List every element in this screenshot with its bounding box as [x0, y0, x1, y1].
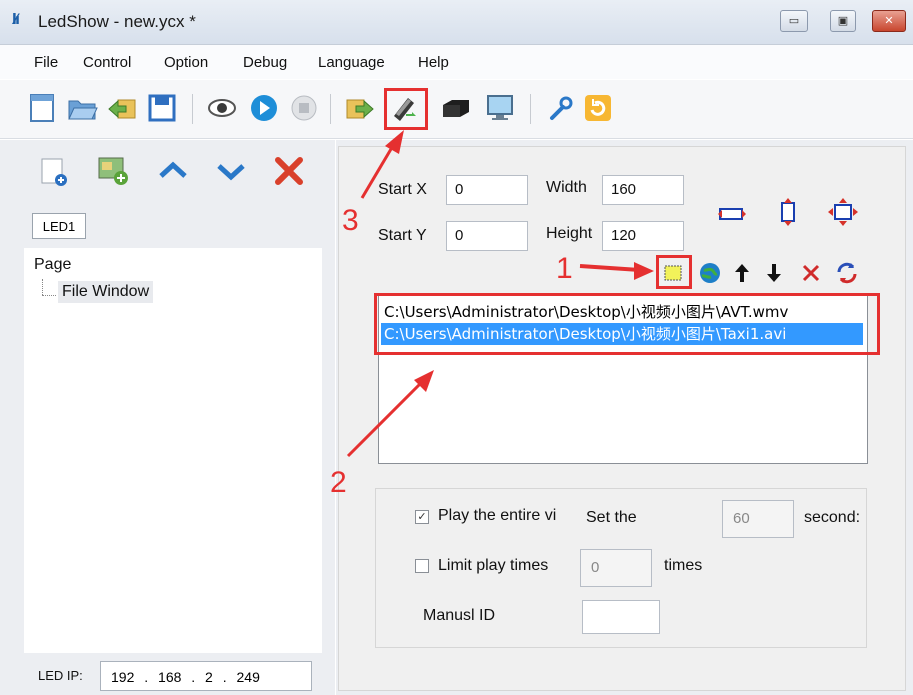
- start-x-label: Start X: [378, 181, 427, 198]
- times-label: times: [664, 557, 703, 574]
- tree-item-file-window[interactable]: File Window: [58, 281, 154, 303]
- annotation-highlight-file-list: [374, 293, 880, 355]
- annotation-number-1: 1: [556, 252, 573, 285]
- app-logo-icon: l⁄ı: [12, 12, 20, 28]
- seconds-label: second:: [804, 509, 861, 526]
- height-input[interactable]: 120: [602, 221, 684, 251]
- align-full-icon[interactable]: [826, 196, 860, 228]
- start-x-input[interactable]: 0: [446, 175, 528, 205]
- manual-id-input[interactable]: [582, 600, 660, 634]
- menu-language[interactable]: Language: [318, 54, 385, 71]
- move-up-file-icon[interactable]: [732, 262, 752, 284]
- clear-files-icon[interactable]: [834, 260, 860, 286]
- maximize-button[interactable]: ▣: [830, 10, 856, 32]
- led-ip-label: LED IP:: [38, 668, 83, 683]
- play-icon[interactable]: [248, 92, 280, 124]
- page-tree: [24, 248, 322, 653]
- annotation-highlight-send: [384, 88, 428, 130]
- tree-connector: [42, 295, 56, 297]
- limit-play-label: Limit play times: [438, 557, 549, 574]
- refresh-icon[interactable]: [582, 92, 614, 124]
- move-down-icon[interactable]: [214, 154, 248, 188]
- set-the-label: Set the: [586, 509, 637, 526]
- width-input[interactable]: 160: [602, 175, 684, 205]
- remove-file-icon[interactable]: [800, 262, 822, 284]
- limit-play-checkbox[interactable]: [415, 559, 429, 573]
- toolbar-separator: [192, 94, 193, 124]
- annotation-highlight-add-file: [656, 255, 692, 289]
- close-button[interactable]: ✕: [872, 10, 906, 32]
- add-window-icon[interactable]: [96, 154, 130, 188]
- annotation-number-2: 2: [330, 466, 347, 499]
- play-times-input[interactable]: 0: [580, 549, 652, 587]
- new-icon[interactable]: [26, 92, 58, 124]
- play-entire-checkbox[interactable]: ✓: [415, 510, 429, 524]
- move-down-file-icon[interactable]: [764, 262, 784, 284]
- start-y-label: Start Y: [378, 227, 427, 244]
- device-icon[interactable]: [440, 92, 472, 124]
- toolbar-separator: [330, 94, 331, 124]
- tree-item-page[interactable]: Page: [34, 256, 71, 274]
- menu-bar: [0, 45, 913, 79]
- seconds-input[interactable]: 60: [722, 500, 794, 538]
- start-y-input[interactable]: 0: [446, 221, 528, 251]
- menu-help[interactable]: Help: [418, 54, 449, 71]
- tree-connector: [42, 279, 44, 295]
- led-ip-input[interactable]: 192 . 168 . 2 . 249: [100, 661, 312, 691]
- play-entire-label: Play the entire vi: [438, 507, 557, 524]
- monitor-icon[interactable]: [484, 92, 516, 124]
- menu-debug[interactable]: Debug: [243, 54, 287, 71]
- export-icon[interactable]: [344, 92, 376, 124]
- globe-icon[interactable]: [698, 261, 722, 285]
- add-page-icon[interactable]: [38, 154, 72, 188]
- menu-control[interactable]: Control: [83, 54, 131, 71]
- menu-file[interactable]: File: [34, 54, 58, 71]
- toolbar-separator: [530, 94, 531, 124]
- align-vertical-icon[interactable]: [776, 196, 800, 228]
- align-horizontal-icon[interactable]: [716, 203, 748, 225]
- menu-option[interactable]: Option: [164, 54, 208, 71]
- import-icon[interactable]: [106, 92, 138, 124]
- minimize-button[interactable]: ▭: [780, 10, 808, 32]
- stop-icon[interactable]: [288, 92, 320, 124]
- settings-wrench-icon[interactable]: [544, 92, 576, 124]
- save-icon[interactable]: [146, 92, 178, 124]
- annotation-number-3: 3: [342, 204, 359, 237]
- delete-icon[interactable]: [272, 154, 306, 188]
- width-label: Width: [546, 179, 587, 196]
- manual-id-label: Manusl ID: [423, 607, 496, 624]
- window-title: LedShow - new.ycx *: [38, 12, 196, 31]
- led-tab[interactable]: LED1: [32, 213, 86, 239]
- preview-icon[interactable]: [206, 92, 238, 124]
- open-icon[interactable]: [66, 92, 98, 124]
- move-up-icon[interactable]: [156, 154, 190, 188]
- height-label: Height: [546, 225, 593, 242]
